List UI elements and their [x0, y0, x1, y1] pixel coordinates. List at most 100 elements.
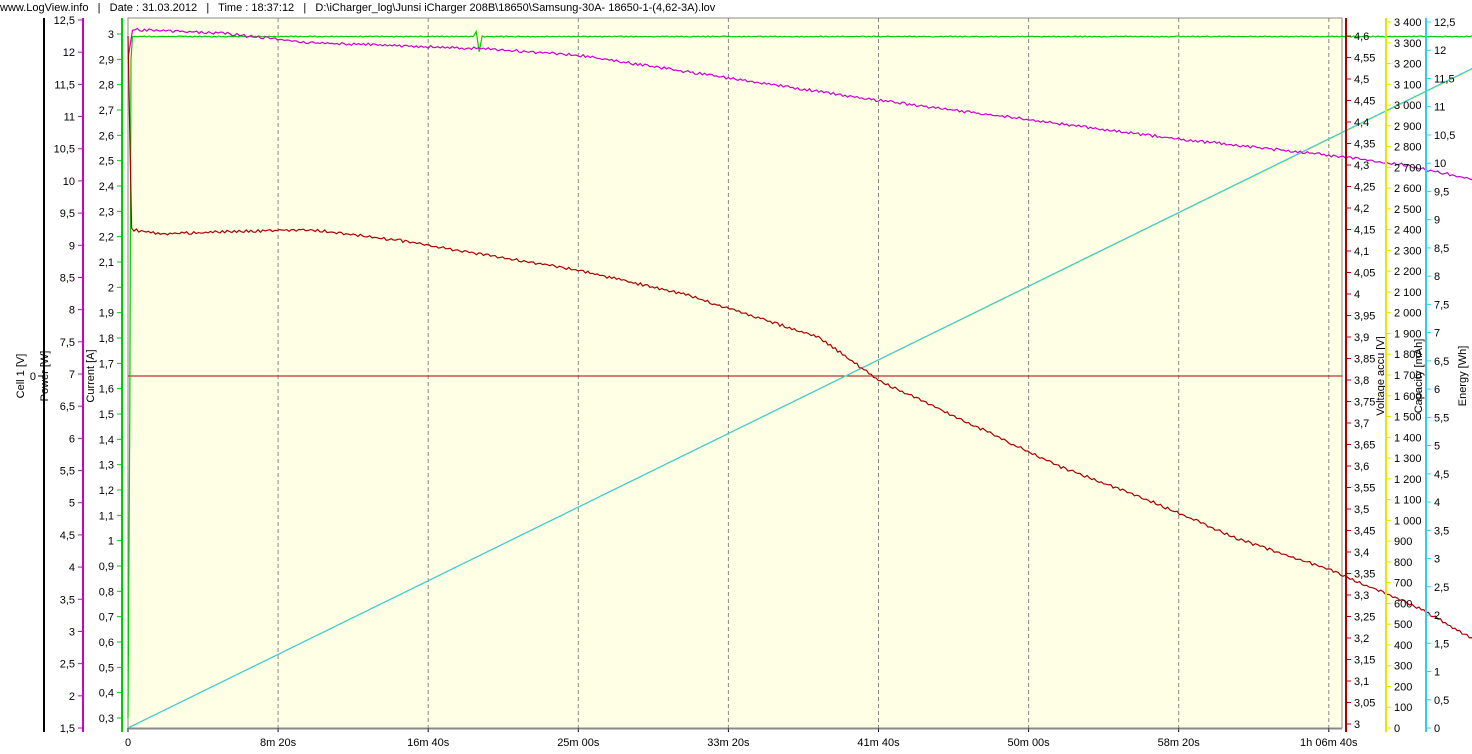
energy-axis-tick-label: 7	[1434, 328, 1440, 340]
power-axis-tick-label: 2	[69, 691, 75, 703]
power-axis-tick-label: 7,5	[60, 337, 75, 349]
current-axis-tick-label: 2,1	[99, 257, 114, 269]
cell-axis-title: Cell 1 [V]	[15, 354, 27, 399]
power-axis-title: Power [W]	[39, 351, 51, 402]
voltage-axis-tick-label: 3,75	[1354, 397, 1375, 409]
current-axis-tick-label: 1	[108, 536, 114, 548]
energy-axis-tick-label: 0	[1434, 723, 1440, 735]
power-axis-tick-label: 6	[69, 433, 75, 445]
voltage-axis-tick-label: 3,95	[1354, 311, 1375, 323]
current-axis-tick-label: 2,3	[99, 206, 114, 218]
current-axis-tick-label: 2,6	[99, 130, 114, 142]
energy-axis-tick-label: 10	[1434, 158, 1446, 170]
current-axis-tick-label: 1,3	[99, 460, 114, 472]
current-axis-tick-label: 0,7	[99, 612, 114, 624]
x-tick-label: 33m 20s	[707, 737, 750, 749]
voltage-axis-tick-label: 3,35	[1354, 569, 1375, 581]
capacity-axis-tick-label: 1 900	[1394, 328, 1422, 340]
current-axis-tick-label: 1,1	[99, 510, 114, 522]
energy-axis-tick-label: 5,5	[1434, 412, 1449, 424]
voltage-axis-tick-label: 4,4	[1354, 117, 1369, 129]
current-axis-tick-label: 2,4	[99, 181, 114, 193]
power-axis-tick-label: 10	[63, 176, 75, 188]
capacity-axis-tick-label: 0	[1394, 723, 1400, 735]
capacity-axis-tick-label: 2 000	[1394, 308, 1422, 320]
power-axis-tick-label: 7	[69, 369, 75, 381]
x-tick-label: 58m 20s	[1158, 737, 1201, 749]
energy-axis-tick-label: 6,5	[1434, 356, 1449, 368]
capacity-axis-tick-label: 900	[1394, 536, 1412, 548]
power-axis-tick-label: 2,5	[60, 659, 75, 671]
power-axis-tick-label: 3,5	[60, 594, 75, 606]
voltage-axis-tick-label: 4,1	[1354, 246, 1369, 258]
capacity-axis-tick-label: 2 500	[1394, 204, 1422, 216]
power-axis-tick-label: 4	[69, 562, 75, 574]
voltage-axis-tick-label: 3	[1354, 719, 1360, 731]
energy-axis-tick-label: 9	[1434, 215, 1440, 227]
x-tick-label: 41m 40s	[857, 737, 900, 749]
capacity-axis-tick-label: 3 300	[1394, 38, 1422, 50]
energy-axis-title: Energy [Wh]	[1457, 346, 1469, 407]
x-tick-label: 0	[125, 737, 131, 749]
power-axis-tick-label: 11	[64, 112, 75, 124]
current-axis-tick-label: 1,7	[99, 358, 114, 370]
energy-axis-tick-label: 8,5	[1434, 243, 1449, 255]
capacity-axis-tick-label: 1 200	[1394, 474, 1422, 486]
x-tick-label: 50m 00s	[1007, 737, 1050, 749]
power-axis-tick-label: 9,5	[60, 208, 75, 220]
power-axis-tick-label: 4,5	[60, 530, 75, 542]
energy-axis-tick-label: 11,5	[1434, 73, 1455, 85]
voltage-axis-tick-label: 3,45	[1354, 526, 1375, 538]
voltage-axis-tick-label: 4,35	[1354, 139, 1375, 151]
power-axis-tick-label: 8,5	[60, 272, 75, 284]
capacity-axis-tick-label: 2 800	[1394, 142, 1422, 154]
current-axis-tick-label: 1,5	[99, 409, 114, 421]
x-tick-label: 25m 00s	[557, 737, 600, 749]
capacity-axis-tick-label: 2 600	[1394, 183, 1422, 195]
energy-axis-tick-label: 4,5	[1434, 469, 1449, 481]
capacity-axis-tick-label: 2 900	[1394, 121, 1422, 133]
capacity-axis-tick-label: 3 100	[1394, 79, 1422, 91]
power-axis-tick-label: 12,5	[54, 15, 75, 27]
power-axis-tick-label: 10,5	[54, 144, 75, 156]
energy-axis-tick-label: 9,5	[1434, 186, 1449, 198]
capacity-axis-tick-label: 2 100	[1394, 287, 1422, 299]
x-axis: 0 8m 20s 16m 40s 25m 00s 33m 20s 41m 40s 50m 0…	[125, 728, 1358, 749]
voltage-axis-tick-label: 3,7	[1354, 418, 1369, 430]
energy-axis-tick-label: 8	[1434, 271, 1440, 283]
energy-axis-tick-label: 11	[1434, 102, 1445, 114]
capacity-axis-tick-label: 1 100	[1394, 495, 1422, 507]
current-axis-tick-label: 2	[108, 282, 114, 294]
plot-background	[127, 17, 1343, 729]
voltage-axis-tick-label: 3,4	[1354, 547, 1369, 559]
power-axis-tick-label: 5	[69, 498, 75, 510]
voltage-axis-tick-label: 4	[1354, 289, 1360, 301]
capacity-axis-tick-label: 700	[1394, 578, 1412, 590]
current-axis-tick-label: 1,4	[99, 434, 114, 446]
energy-axis-tick-label: 12	[1434, 45, 1446, 57]
capacity-axis-tick-label: 1 400	[1394, 432, 1422, 444]
voltage-axis-tick-label: 3,8	[1354, 375, 1369, 387]
current-axis-tick-label: 1,9	[99, 308, 114, 320]
energy-axis-tick-label: 7,5	[1434, 299, 1449, 311]
discharge-chart: 0Cell 1 [V]1,522,533,544,555,566,577,588…	[15, 15, 1472, 749]
current-axis-tick-label: 0,8	[99, 586, 114, 598]
current-axis-tick-label: 0,5	[99, 662, 114, 674]
voltage-axis-tick-label: 4,15	[1354, 225, 1375, 237]
capacity-axis-tick-label: 3 400	[1394, 17, 1422, 29]
capacity-axis-tick-label: 2 200	[1394, 266, 1422, 278]
current-axis-tick-label: 2,2	[99, 232, 114, 244]
current-axis-tick-label: 1,6	[99, 384, 114, 396]
energy-axis-tick-label: 0,5	[1434, 695, 1449, 707]
voltage-axis-tick-label: 4,55	[1354, 53, 1375, 65]
capacity-axis-tick-label: 2 300	[1394, 245, 1422, 257]
x-tick-label: 1h 06m 40s	[1300, 737, 1358, 749]
capacity-axis-tick-label: 1 300	[1394, 453, 1422, 465]
capacity-axis-tick-label: 500	[1394, 619, 1412, 631]
capacity-axis-tick-label: 2 400	[1394, 225, 1422, 237]
energy-axis-tick-label: 4	[1434, 497, 1440, 509]
energy-axis-tick-label: 6	[1434, 384, 1440, 396]
power-axis-tick-label: 12	[63, 47, 75, 59]
voltage-axis-tick-label: 4,3	[1354, 160, 1369, 172]
capacity-axis-tick-label: 3 000	[1394, 100, 1422, 112]
